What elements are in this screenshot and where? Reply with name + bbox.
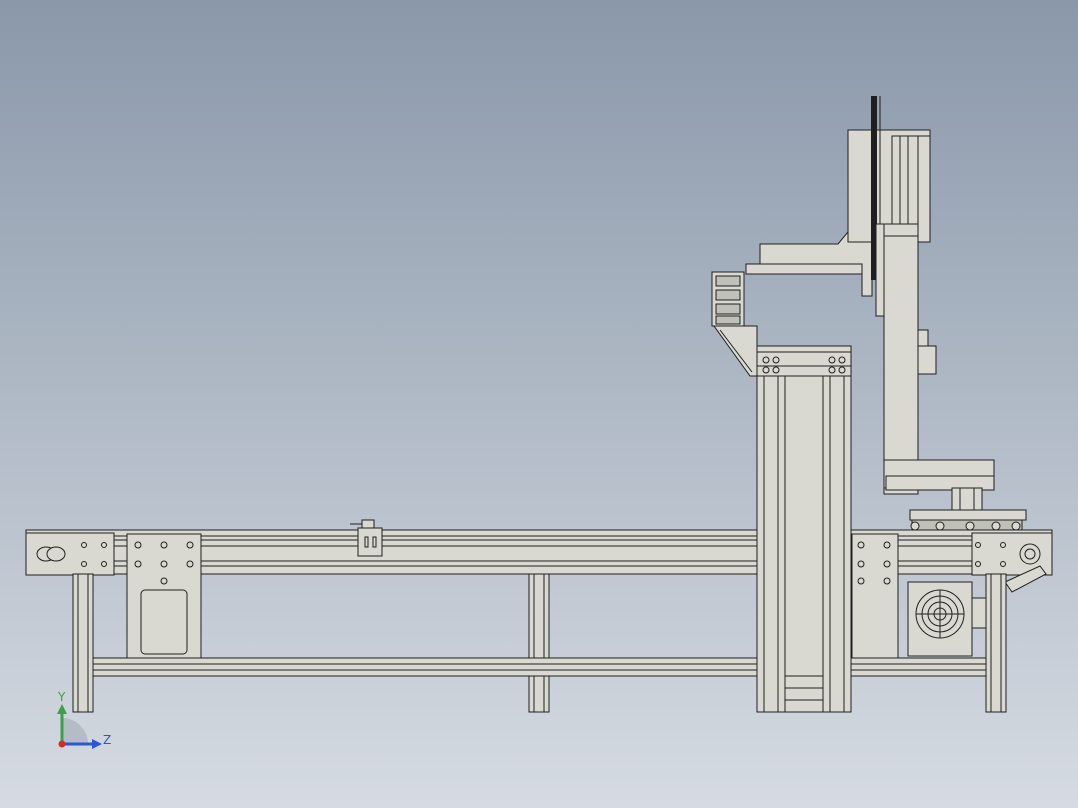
z-axis-label: Z: [103, 733, 111, 747]
cad-graphics-viewport[interactable]: .p { fill:#d9d9d2; stroke:#1f1f1f; strok…: [0, 0, 1078, 808]
y-axis-label: Y: [57, 690, 66, 704]
triad-quadrant: [62, 718, 88, 744]
z-axis-arrowhead: [92, 739, 102, 749]
cable-chain: [711, 271, 745, 327]
y-axis-arrowhead: [57, 704, 67, 714]
conveyor-assembly-model[interactable]: .p { fill:#d9d9d2; stroke:#1f1f1f; strok…: [0, 0, 1078, 808]
pillar-stand: [756, 345, 852, 713]
drive-motor: [907, 581, 987, 657]
left-mounting-plate: [126, 533, 202, 669]
x-axis-origin: [58, 740, 66, 748]
right-mounting-plate: [851, 533, 899, 659]
gusset-bracket: [713, 325, 758, 377]
